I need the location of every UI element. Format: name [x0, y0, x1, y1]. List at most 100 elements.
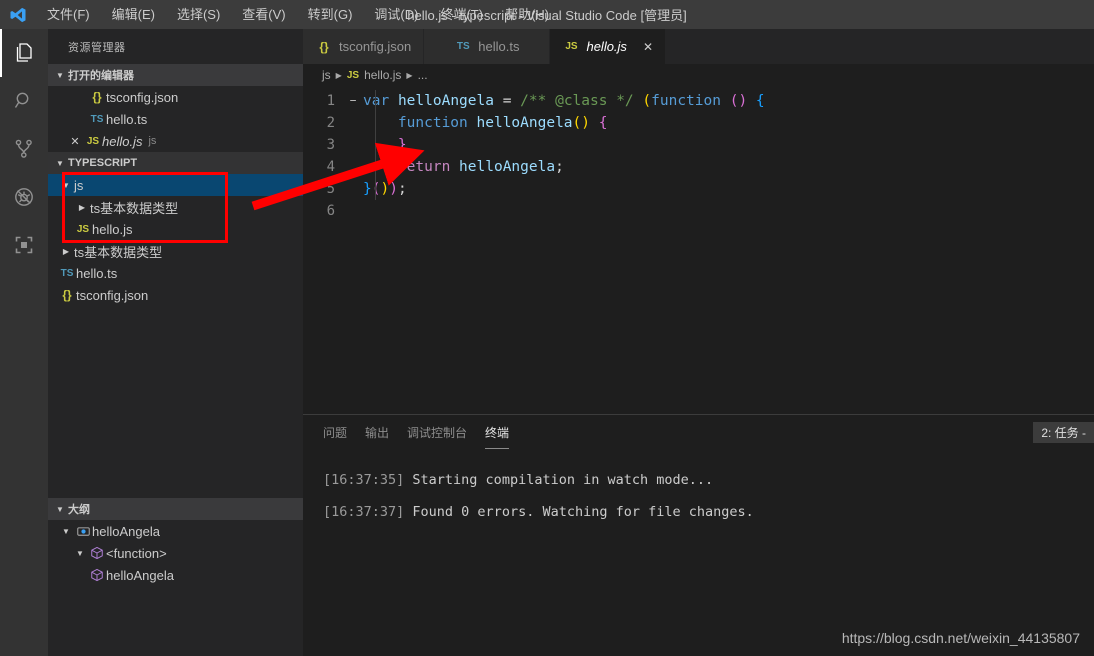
terminal-line: [16:37:37] Found 0 errors. Watching for … [323, 496, 1094, 528]
chevron-down-icon: ▼ [62, 180, 70, 190]
menu-item-edit[interactable]: 编辑(E) [101, 4, 166, 26]
outline-item-helloangela-function[interactable]: helloAngela [48, 564, 303, 586]
panel-tab-terminal[interactable]: 终端 [485, 418, 510, 449]
open-editor-item-tsconfig[interactable]: {} tsconfig.json [48, 86, 303, 108]
line-number: 3 [326, 137, 335, 153]
open-editor-label: hello.js [102, 133, 143, 149]
section-typescript-folder[interactable]: ▼ TYPESCRIPT [48, 152, 303, 174]
chevron-down-icon: ▼ [56, 504, 64, 514]
outline-item-helloangela-variable[interactable]: ▼ helloAngela [48, 520, 303, 542]
module-icon [88, 568, 106, 582]
breadcrumb-item-folder[interactable]: js [322, 68, 331, 82]
tab-label: hello.ts [478, 39, 520, 54]
section-open-editors-label: 打开的编辑器 [68, 70, 134, 82]
menu-item-terminal[interactable]: 终端(T) [429, 4, 494, 26]
code-line-text: function helloAngela() { [397, 115, 608, 131]
line-number: 4 [326, 159, 335, 175]
panel-tab-output[interactable]: 输出 [365, 418, 389, 447]
breadcrumb[interactable]: js ▶ JS hello.js ▶ ... [303, 64, 1094, 86]
sidebar-title: 资源管理器 [68, 41, 126, 54]
tree-item-label: hello.js [92, 221, 133, 237]
open-editor-path: js [148, 135, 157, 147]
json-icon: {} [92, 90, 102, 104]
menu-item-debug[interactable]: 调试(D) [363, 4, 429, 26]
chevron-down-icon: ▼ [56, 70, 64, 80]
tree-item-hello-js[interactable]: JS hello.js [48, 218, 303, 240]
terminal-timestamp: [16:37:35] [323, 472, 405, 488]
close-icon[interactable]: ✕ [643, 40, 653, 54]
tree-item-label: js [74, 177, 84, 193]
section-outline[interactable]: ▼ 大纲 [48, 498, 303, 520]
tree-item-tsconfig-json[interactable]: {} tsconfig.json [48, 284, 303, 306]
chevron-down-icon: ▼ [76, 548, 84, 558]
module-icon [88, 546, 106, 560]
tab-hello-ts[interactable]: TS hello.ts [424, 29, 551, 64]
chevron-right-icon: ▶ [62, 246, 70, 256]
indent-guide [375, 90, 376, 200]
open-editor-item-hellojs[interactable]: ✕ JS hello.js js [48, 130, 303, 152]
activity-bar [0, 29, 48, 656]
json-icon: {} [319, 39, 329, 54]
open-editor-item-hellots[interactable]: TS hello.ts [48, 108, 303, 130]
terminal-text: Starting compilation in watch mode... [404, 472, 714, 488]
chevron-down-icon: ▼ [62, 526, 70, 536]
code-line-text: var helloAngela = /** @class */ (functio… [363, 93, 765, 109]
panel-tab-debug-console[interactable]: 调试控制台 [407, 418, 467, 447]
breadcrumb-item-file[interactable]: hello.js [364, 68, 401, 82]
tree-item-ts-basic-types-nested[interactable]: ▶ ts基本数据类型 [48, 196, 303, 218]
outline-item-function[interactable]: ▼ <function> [48, 542, 303, 564]
line-number: 6 [326, 203, 335, 219]
js-icon: JS [346, 69, 360, 81]
tree-item-label: ts基本数据类型 [90, 200, 179, 216]
activity-source-control-icon[interactable] [0, 125, 48, 173]
breadcrumb-item-more[interactable]: ... [418, 68, 428, 82]
chevron-right-icon: ▶ [406, 70, 413, 80]
terminal-output[interactable]: [16:37:35] Starting compilation in watch… [303, 450, 1094, 528]
tab-tsconfig-json[interactable]: {} tsconfig.json [303, 29, 425, 64]
tab-hello-js[interactable]: JS hello.js ✕ [550, 29, 666, 64]
tree-item-js-folder[interactable]: ▼ js [48, 174, 303, 196]
code-line: 5 }()); [303, 178, 1094, 200]
section-open-editors[interactable]: ▼ 打开的编辑器 [48, 64, 303, 86]
open-editor-label: hello.ts [106, 111, 148, 127]
tab-label: tsconfig.json [339, 39, 412, 54]
terminal-timestamp: [16:37:37] [323, 504, 405, 520]
activity-explorer-icon[interactable] [0, 29, 48, 77]
outline-item-label: helloAngela [106, 567, 174, 583]
outline-item-label: helloAngela [92, 523, 160, 539]
menu-item-selection[interactable]: 选择(S) [166, 4, 231, 26]
terminal-selector-dropdown[interactable]: 2: 任务 - [1033, 422, 1094, 443]
menu-item-file[interactable]: 文件(F) [36, 4, 101, 26]
vscode-window: 文件(F) 编辑(E) 选择(S) 查看(V) 转到(G) 调试(D) 终端(T… [0, 0, 1094, 656]
tree-item-label: tsconfig.json [76, 287, 149, 303]
chevron-right-icon: ▶ [78, 202, 86, 212]
close-icon[interactable]: ✕ [66, 135, 84, 148]
line-number: 2 [326, 115, 335, 131]
activity-search-icon[interactable] [0, 77, 48, 125]
panel-actions: 2: 任务 - [1033, 422, 1094, 443]
menu-item-view[interactable]: 查看(V) [231, 4, 296, 26]
panel-tab-problems[interactable]: 问题 [323, 418, 347, 447]
js-icon: JS [76, 223, 90, 235]
tree-item-label: ts基本数据类型 [74, 244, 163, 260]
tree-item-ts-basic-types[interactable]: ▶ ts基本数据类型 [48, 240, 303, 262]
code-line: 1 − var helloAngela = /** @class */ (fun… [303, 90, 1094, 112]
watermark-text: https://blog.csdn.net/weixin_44135807 [841, 630, 1080, 646]
menu-item-goto[interactable]: 转到(G) [297, 4, 364, 26]
code-line: 2 function helloAngela() { [303, 112, 1094, 134]
fold-toggle-icon[interactable]: − [345, 90, 361, 112]
tree-item-hello-ts[interactable]: TS hello.ts [48, 262, 303, 284]
activity-extensions-icon[interactable] [0, 221, 48, 269]
line-number: 5 [326, 181, 335, 197]
code-line: 3 } [303, 134, 1094, 156]
activity-debug-icon[interactable] [0, 173, 48, 221]
sidebar: 资源管理器 ▼ 打开的编辑器 {} tsconfig.json TS hello… [48, 29, 303, 656]
menu-bar[interactable]: 文件(F) 编辑(E) 选择(S) 查看(V) 转到(G) 调试(D) 终端(T… [36, 4, 560, 26]
code-area[interactable]: 1 − var helloAngela = /** @class */ (fun… [303, 86, 1094, 386]
bottom-panel: 问题 输出 调试控制台 终端 2: 任务 - [16:37:35] Starti… [303, 414, 1094, 656]
tree-item-label: hello.ts [76, 265, 118, 281]
code-line: 6 [303, 200, 1094, 222]
menu-item-help[interactable]: 帮助(H) [494, 4, 560, 26]
line-number: 1 [326, 93, 335, 109]
js-icon: JS [565, 41, 578, 52]
